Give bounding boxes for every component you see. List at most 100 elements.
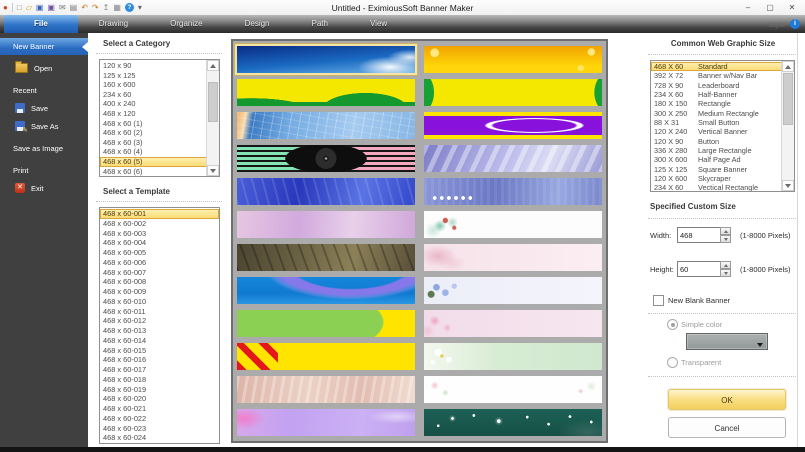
category-item-468-x-120[interactable]: 468 x 120: [100, 109, 207, 119]
template-item-468-x-60-024[interactable]: 468 x 60-024: [100, 433, 219, 443]
template-thumbnail-468-x-60-021[interactable]: [237, 376, 415, 403]
template-item-468-x-60-014[interactable]: 468 x 60-014: [100, 336, 219, 346]
sidebar-item-open[interactable]: Open: [0, 60, 88, 76]
template-thumbnail-468-x-60-014[interactable]: [424, 244, 602, 271]
web-size-item-300-x-250-medium-rectangle[interactable]: 300 X 250 Medium Rectangle: [651, 109, 782, 118]
category-item-400-x-240[interactable]: 400 x 240: [100, 99, 207, 109]
web-size-item-125-x-125-square-banner[interactable]: 125 X 125 Square Banner: [651, 165, 782, 174]
category-item-160-x-600[interactable]: 160 x 600: [100, 80, 207, 90]
template-item-468-x-60-022[interactable]: 468 x 60-022: [100, 414, 219, 424]
toolbar-more-icon[interactable]: ▾: [138, 0, 142, 15]
template-thumbnail-468-x-60-013[interactable]: [237, 244, 415, 271]
transparent-label[interactable]: Transparent: [681, 358, 721, 367]
scroll-down-button[interactable]: [207, 165, 219, 176]
height-input[interactable]: [677, 261, 721, 277]
template-item-468-x-60-012[interactable]: 468 x 60-012: [100, 316, 219, 326]
template-item-468-x-60-010[interactable]: 468 x 60-010: [100, 297, 219, 307]
web-size-item-120-x-240-vertical-banner[interactable]: 120 X 240 Vertical Banner: [651, 127, 782, 136]
template-item-468-x-60-005[interactable]: 468 x 60-005: [100, 248, 219, 258]
template-thumbnail-468-x-60-008[interactable]: [424, 145, 602, 172]
tab-view[interactable]: View: [349, 15, 408, 33]
tab-path[interactable]: Path: [291, 15, 349, 33]
ok-button[interactable]: OK: [668, 389, 786, 410]
template-thumbnail-468-x-60-017[interactable]: [237, 310, 415, 337]
template-thumbnail-468-x-60-011[interactable]: [237, 211, 415, 238]
category-item-125-x-125[interactable]: 125 x 125: [100, 71, 207, 81]
template-thumbnail-468-x-60-015[interactable]: [237, 277, 415, 304]
tab-design[interactable]: Design: [224, 15, 291, 33]
sidebar-item-save-as[interactable]: Save As: [0, 118, 88, 134]
sidebar-item-exit[interactable]: Exit: [0, 180, 88, 196]
save-as-icon[interactable]: ▣: [47, 0, 55, 15]
height-increment-button[interactable]: [720, 261, 731, 269]
simple-color-radio[interactable]: [667, 319, 678, 330]
template-thumbnail-468-x-60-004[interactable]: [424, 79, 602, 106]
web-size-item-468-x-60-standard[interactable]: 468 X 60 Standard: [651, 62, 782, 72]
template-item-468-x-60-019[interactable]: 468 x 60-019: [100, 385, 219, 395]
export-icon[interactable]: ↥: [103, 0, 110, 15]
template-thumbnail-468-x-60-002[interactable]: [424, 46, 602, 73]
template-thumbnail-468-x-60-018[interactable]: [424, 310, 602, 337]
template-thumbnail-468-x-60-006[interactable]: [424, 112, 602, 139]
scrollbar-thumb[interactable]: [208, 82, 218, 122]
maximize-button[interactable]: ▢: [759, 0, 781, 15]
template-thumbnail-468-x-60-005[interactable]: [237, 112, 415, 139]
help-icon[interactable]: ?: [124, 3, 134, 12]
app-logo-icon[interactable]: ●: [3, 0, 8, 15]
close-button[interactable]: ✕: [781, 0, 803, 15]
template-thumbnail-468-x-60-010[interactable]: [424, 178, 602, 205]
simple-color-label[interactable]: Simple color: [681, 320, 722, 329]
category-item-468-x-60-1[interactable]: 468 x 60 (1): [100, 119, 207, 129]
web-size-item-336-x-280-large-rectangle[interactable]: 336 X 280 Large Rectangle: [651, 146, 782, 155]
category-item-468-x-60-5[interactable]: 468 x 60 (5): [100, 156, 207, 167]
template-item-468-x-60-006[interactable]: 468 x 60-006: [100, 258, 219, 268]
web-size-item-88-x-31-small-button[interactable]: 88 X 31 Small Button: [651, 118, 782, 127]
category-item-468-x-60-4[interactable]: 468 x 60 (4): [100, 147, 207, 157]
new-blank-banner-checkbox[interactable]: [653, 295, 664, 306]
tab-organize[interactable]: Organize: [149, 15, 223, 33]
template-item-468-x-60-013[interactable]: 468 x 60-013: [100, 326, 219, 336]
template-thumbnail-468-x-60-024[interactable]: [424, 409, 602, 436]
web-size-item-234-x-60-vectical-rectangle[interactable]: 234 X 60 Vectical Rectangle: [651, 183, 782, 191]
web-size-item-120-x-600-skycraper[interactable]: 120 X 600 Skycraper: [651, 174, 782, 183]
sidebar-item-print[interactable]: Print: [0, 162, 88, 178]
web-size-item-180-x-150-rectangle[interactable]: 180 X 150 Rectangle: [651, 99, 782, 108]
template-thumbnail-468-x-60-016[interactable]: [424, 277, 602, 304]
category-item-468-x-60-2[interactable]: 468 x 60 (2): [100, 128, 207, 138]
tab-drawing[interactable]: Drawing: [78, 15, 149, 33]
category-item-120-x-90[interactable]: 120 x 90: [100, 61, 207, 71]
web-size-item-392-x-72-banner-w-nav-bar[interactable]: 392 X 72 Banner w/Nav Bar: [651, 71, 782, 80]
category-item-468-x-60-3[interactable]: 468 x 60 (3): [100, 138, 207, 148]
template-item-468-x-60-004[interactable]: 468 x 60-004: [100, 238, 219, 248]
transparent-radio[interactable]: [667, 357, 678, 368]
save-file-icon[interactable]: ▣: [36, 0, 44, 15]
sidebar-item-new-banner[interactable]: New Banner: [0, 38, 88, 55]
template-item-468-x-60-001[interactable]: 468 x 60-001: [100, 209, 219, 219]
template-thumbnail-468-x-60-009[interactable]: [237, 178, 415, 205]
template-item-468-x-60-016[interactable]: 468 x 60-016: [100, 355, 219, 365]
sidebar-item-save-as-image[interactable]: Save as Image: [0, 140, 88, 156]
new-blank-banner-label[interactable]: New Blank Banner: [668, 296, 730, 305]
style-menu-label[interactable]: Style: [768, 20, 785, 29]
email-icon[interactable]: ✉: [59, 0, 66, 15]
scroll-down-button[interactable]: [782, 180, 794, 191]
template-item-468-x-60-018[interactable]: 468 x 60-018: [100, 375, 219, 385]
web-size-item-300-x-600-half-page-ad[interactable]: 300 X 600 Half Page Ad: [651, 155, 782, 164]
buy-icon[interactable]: ▦: [113, 0, 121, 15]
template-item-468-x-60-015[interactable]: 468 x 60-015: [100, 346, 219, 356]
template-thumbnail-468-x-60-022[interactable]: [424, 376, 602, 403]
print-icon[interactable]: ▤: [70, 0, 78, 15]
cancel-button[interactable]: Cancel: [668, 417, 786, 438]
template-thumbnail-468-x-60-001[interactable]: [237, 46, 415, 73]
scrollbar-thumb[interactable]: [783, 73, 793, 125]
template-thumbnail-468-x-60-012[interactable]: [424, 211, 602, 238]
template-item-468-x-60-021[interactable]: 468 x 60-021: [100, 404, 219, 414]
width-input[interactable]: [677, 227, 721, 243]
template-item-468-x-60-020[interactable]: 468 x 60-020: [100, 394, 219, 404]
template-thumbnail-468-x-60-020[interactable]: [424, 343, 602, 370]
template-thumbnail-468-x-60-007[interactable]: [237, 145, 415, 172]
undo-icon[interactable]: ↶: [81, 0, 88, 15]
redo-icon[interactable]: ↷: [92, 0, 99, 15]
template-item-468-x-60-011[interactable]: 468 x 60-011: [100, 307, 219, 317]
template-thumbnail-468-x-60-003[interactable]: [237, 79, 415, 106]
